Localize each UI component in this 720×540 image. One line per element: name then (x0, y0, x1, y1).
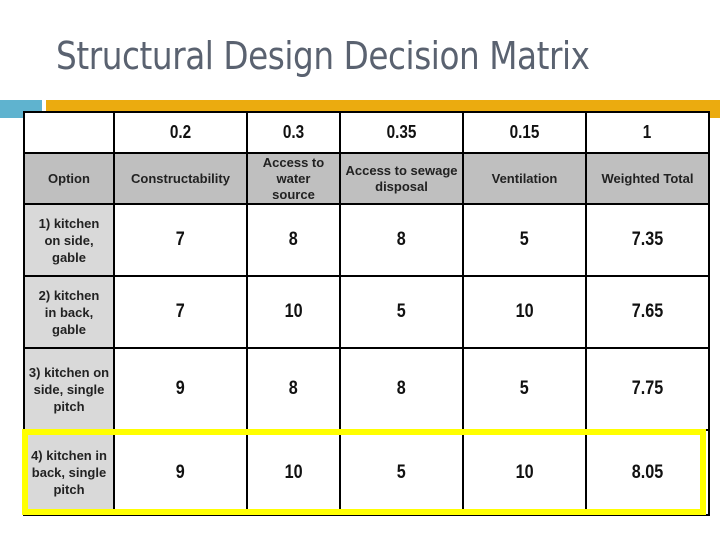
score-cell: 8 (246, 203, 341, 277)
score-cell: 9 (113, 429, 248, 516)
option-label: 4) kitchen in back, single pitch (23, 429, 115, 516)
header-constructability: Constructability (113, 152, 248, 205)
score-cell: 10 (246, 429, 341, 516)
score-cell: 10 (462, 275, 587, 349)
header-ventilation: Ventilation (462, 152, 587, 205)
option-label: 1) kitchen on side, gable (23, 203, 115, 277)
score-cell: 5 (462, 347, 587, 431)
score-cell: 7 (113, 275, 248, 349)
score-cell: 8 (339, 347, 464, 431)
total-cell: 7.75 (585, 347, 710, 431)
score-cell: 7 (113, 203, 248, 277)
score-cell: 10 (246, 275, 341, 349)
weight-cell: 0.35 (339, 111, 464, 154)
table-row: 3) kitchen on side, single pitch 9 8 8 5… (23, 347, 710, 431)
weight-cell: 0.15 (462, 111, 587, 154)
header-row: Option Constructability Access to water … (23, 152, 710, 205)
decision-matrix-table: 0.2 0.3 0.35 0.15 1 Option Constructabil… (23, 111, 710, 516)
score-cell: 5 (462, 203, 587, 277)
weight-cell: 0.3 (246, 111, 341, 154)
weight-cell: 0.2 (113, 111, 248, 154)
table-row: 1) kitchen on side, gable 7 8 8 5 7.35 (23, 203, 710, 277)
slide-title: Structural Design Decision Matrix (56, 34, 590, 78)
score-cell: 8 (339, 203, 464, 277)
score-cell: 8 (246, 347, 341, 431)
total-cell: 7.35 (585, 203, 710, 277)
total-cell: 8.05 (585, 429, 710, 516)
weight-cell-empty (23, 111, 115, 154)
score-cell: 10 (462, 429, 587, 516)
header-option: Option (23, 152, 115, 205)
header-water-access: Access to water source (246, 152, 341, 205)
score-cell: 5 (339, 275, 464, 349)
total-cell: 7.65 (585, 275, 710, 349)
header-sewage-access: Access to sewage disposal (339, 152, 464, 205)
score-cell: 9 (113, 347, 248, 431)
table-row-highlighted: 4) kitchen in back, single pitch 9 10 5 … (23, 429, 710, 516)
option-label: 3) kitchen on side, single pitch (23, 347, 115, 431)
header-weighted-total: Weighted Total (585, 152, 710, 205)
score-cell: 5 (339, 429, 464, 516)
weight-cell: 1 (585, 111, 710, 154)
table-row: 2) kitchen in back, gable 7 10 5 10 7.65 (23, 275, 710, 349)
weights-row: 0.2 0.3 0.35 0.15 1 (23, 111, 710, 154)
option-label: 2) kitchen in back, gable (23, 275, 115, 349)
